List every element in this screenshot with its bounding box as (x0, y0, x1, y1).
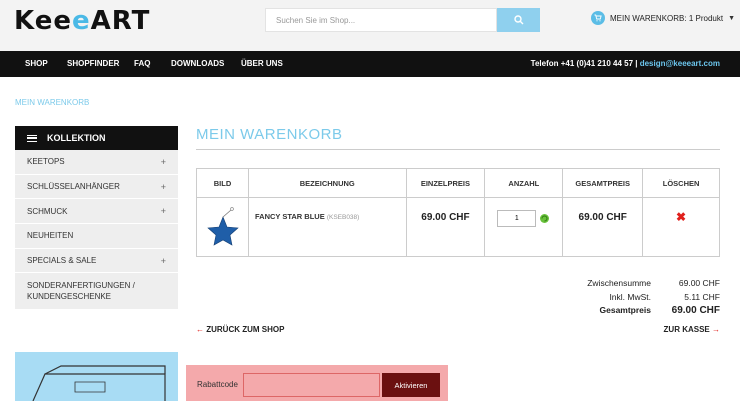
nav-shopfinder[interactable]: SHOPFINDER (67, 51, 119, 77)
plus-icon[interactable]: + (161, 206, 166, 216)
grand-total-row: Gesamtpreis 69.00 CHF (540, 305, 721, 319)
mini-cart[interactable]: MEIN WARENKORB: 1 Produkt ▼ (591, 11, 735, 25)
table-header-row: BILD BEZEICHNUNG EINZELPREIS ANZAHL GESA… (196, 168, 720, 198)
logo-text-start: Kee (14, 6, 72, 36)
sidebar-item-label: SCHLÜSSELANHÄNGER (27, 182, 120, 192)
divider (196, 149, 720, 150)
nav-faq[interactable]: FAQ (134, 51, 150, 77)
product-sku: (KSEB038) (326, 214, 360, 221)
subtotal-label: Zwischensumme (587, 278, 651, 288)
grand-total-label: Gesamtpreis (599, 305, 652, 315)
arrow-right-icon: → (712, 325, 720, 334)
plus-icon[interactable]: + (161, 182, 166, 192)
sidebar-item-schluesselanhaenger[interactable]: SCHLÜSSELANHÄNGER + (15, 174, 178, 200)
plus-icon[interactable]: + (161, 157, 166, 167)
unit-price: 69.00 CHF (421, 212, 470, 223)
col-header: BILD (196, 168, 249, 198)
checkout-label: ZUR KASSE (663, 325, 710, 334)
sidebar-item-label-line2: KUNDENGESCHENKE (27, 292, 112, 302)
arrow-left-icon: ← (196, 325, 204, 334)
nav-shop[interactable]: SHOP (25, 51, 48, 77)
product-name-cell: FANCY STAR BLUE (KSEB038) (247, 197, 407, 257)
col-header: BEZEICHNUNG (247, 168, 407, 198)
sidebar-item-label: SPECIALS & SALE (27, 256, 97, 266)
phone-text: Telefon +41 (0)41 210 44 57 | (530, 59, 638, 68)
sidebar-heading-label: KOLLEKTION (47, 133, 106, 143)
back-to-shop-label: ZURÜCK ZUM SHOP (206, 325, 285, 334)
product-image-cell (196, 197, 249, 257)
col-header: EINZELPREIS (405, 168, 486, 198)
truck-illustration (32, 365, 166, 401)
vat-value: 5.11 CHF (684, 291, 720, 302)
checkout-link[interactable]: ZUR KASSE → (664, 325, 720, 334)
sidebar-item-label: SCHMUCK (27, 206, 68, 216)
grand-total-value: 69.00 CHF (671, 305, 720, 316)
activate-coupon-button[interactable]: Aktivieren (382, 373, 440, 397)
contact-info: Telefon +41 (0)41 210 44 57 | design@kee… (531, 51, 720, 77)
promo-banner[interactable] (15, 352, 178, 401)
unit-price-cell: 69.00 CHF (405, 197, 486, 257)
cart-summary: MEIN WARENKORB: 1 Produkt (610, 13, 724, 23)
sidebar-item-keetops[interactable]: KEETOPS + (15, 150, 178, 175)
subtotal-value: 69.00 CHF (678, 278, 720, 288)
search-input[interactable] (265, 8, 497, 32)
nav-downloads[interactable]: DOWNLOADS (171, 51, 224, 77)
sidebar-item-sonderanfertigungen[interactable]: SONDERANFERTIGUNGEN / KUNDENGESCHENKE (15, 273, 178, 311)
sidebar-heading: KOLLEKTION (15, 126, 178, 150)
coupon-box: Rabattcode Aktivieren (186, 365, 448, 401)
nav-ueber-uns[interactable]: ÜBER UNS (241, 51, 283, 77)
delete-icon[interactable]: ✖ (643, 198, 719, 224)
sidebar-item-label-line1: SONDERANFERTIGUNGEN / (27, 281, 135, 291)
col-header: GESAMTPREIS (562, 168, 644, 198)
total-price-cell: 69.00 CHF (562, 197, 644, 257)
search-icon (513, 15, 523, 25)
cart-table: BILD BEZEICHNUNG EINZELPREIS ANZAHL GESA… (196, 168, 720, 257)
cart-icon (591, 11, 605, 25)
coupon-input[interactable] (243, 373, 380, 397)
site-logo[interactable]: KeeeART (14, 6, 150, 36)
sidebar-item-label: NEUHEITEN (27, 231, 74, 241)
total-price: 69.00 CHF (578, 212, 627, 223)
coupon-label: Rabattcode (197, 380, 238, 389)
breadcrumb[interactable]: MEIN WARENKORB (15, 98, 89, 107)
totals-box: Zwischensumme 69.00 CHF Inkl. MwSt. 5.11… (540, 278, 720, 319)
sidebar-item-label: KEETOPS (27, 157, 65, 167)
vat-row: Inkl. MwSt. 5.11 CHF (540, 292, 720, 306)
product-name[interactable]: FANCY STAR BLUE (255, 212, 325, 221)
page-title: MEIN WARENKORB (196, 126, 343, 143)
header-bar: KeeeART MEIN WARENKORB: 1 Produkt ▼ (0, 0, 740, 51)
quantity-input[interactable] (497, 210, 537, 227)
sidebar: KOLLEKTION KEETOPS + SCHLÜSSELANHÄNGER +… (15, 126, 178, 311)
vat-label: Inkl. MwSt. (609, 291, 651, 302)
sidebar-item-neuheiten[interactable]: NEUHEITEN (15, 224, 178, 249)
logo-text-end: ART (90, 6, 151, 36)
refresh-icon[interactable] (539, 213, 550, 224)
quantity-cell (484, 197, 564, 257)
chevron-down-icon: ▼ (728, 14, 735, 22)
main-nav: SHOP SHOPFINDER FAQ DOWNLOADS ÜBER UNS T… (0, 51, 740, 77)
menu-icon (27, 134, 37, 142)
delete-cell: ✖ (642, 197, 720, 257)
col-header: ANZAHL (484, 168, 564, 198)
sidebar-item-schmuck[interactable]: SCHMUCK + (15, 199, 178, 225)
plus-icon[interactable]: + (161, 256, 166, 266)
logo-text-accent: e (71, 6, 91, 36)
back-to-shop-link[interactable]: ← ZURÜCK ZUM SHOP (196, 325, 284, 334)
sidebar-item-label: SONDERANFERTIGUNGEN / KUNDENGESCHENKE (27, 280, 135, 302)
search-button[interactable] (497, 8, 540, 32)
email-link[interactable]: design@keeeart.com (640, 59, 720, 68)
star-product-image[interactable] (197, 198, 247, 254)
sidebar-item-specials[interactable]: SPECIALS & SALE + (15, 248, 178, 274)
col-header: LÖSCHEN (642, 168, 720, 198)
subtotal-row: Zwischensumme 69.00 CHF (540, 278, 720, 292)
table-row: FANCY STAR BLUE (KSEB038) 69.00 CHF 69.0… (196, 197, 720, 257)
